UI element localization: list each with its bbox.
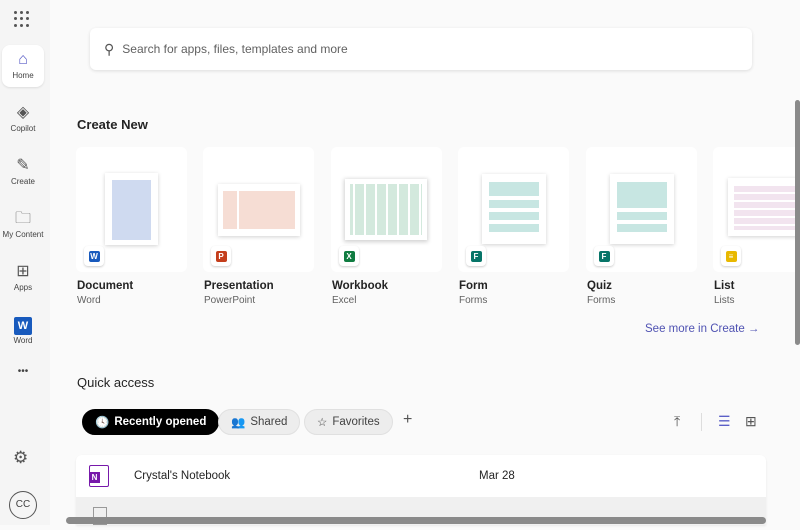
more-button[interactable]: ••• (2, 366, 44, 386)
upload-icon[interactable]: ⤒ (674, 413, 680, 430)
card-app: Forms (459, 295, 488, 306)
sidebar-item-copilot[interactable]: ◈ Copilot (2, 98, 44, 140)
file-list: N Crystal's Notebook Mar 28 (76, 455, 766, 525)
sidebar-item-apps[interactable]: ⊞ Apps (2, 257, 44, 299)
create-card-presentation[interactable]: P (203, 147, 314, 272)
filter-shared[interactable]: 👥 Shared (218, 409, 301, 435)
star-icon: ☆ (317, 417, 328, 429)
forms-icon: F (466, 246, 486, 266)
sidebar-item-word[interactable]: W Word (2, 310, 44, 352)
avatar[interactable]: CC (9, 491, 37, 519)
search-icon: ⚲ (104, 40, 115, 57)
horizontal-scrollbar[interactable] (66, 517, 766, 524)
add-filter-button[interactable]: + (403, 411, 412, 429)
card-app: Lists (714, 295, 735, 306)
card-app: PowerPoint (204, 295, 256, 306)
create-card-list[interactable]: ≡ (713, 147, 800, 272)
table-row[interactable]: N Crystal's Notebook Mar 28 (76, 455, 766, 497)
sidebar-item-create[interactable]: ✎ Create (2, 151, 44, 193)
card-title: Quiz (587, 280, 612, 292)
list-view-icon[interactable]: ☰ (718, 413, 731, 430)
card-title: Presentation (204, 280, 274, 292)
quick-access-heading: Quick access (77, 375, 155, 390)
filter-recently-opened[interactable]: 🕓 Recently opened (82, 409, 220, 435)
home-icon: ⌂ (18, 51, 28, 68)
settings-icon[interactable]: ⚙ (13, 448, 28, 468)
excel-icon: X (339, 246, 359, 266)
sidebar: ⌂ Home ◈ Copilot ✎ Create 🗀 My Content ⊞ Apps… (0, 0, 50, 525)
card-title: Workbook (332, 280, 389, 292)
onenote-icon: N (89, 465, 109, 487)
card-title: List (714, 280, 735, 292)
card-app: Forms (587, 295, 616, 306)
copilot-icon: ◈ (16, 104, 30, 121)
card-title: Form (459, 280, 488, 292)
filter-favorites[interactable]: ☆ Favorites (304, 409, 393, 435)
apps-icon: ⊞ (16, 263, 30, 280)
sidebar-item-my-content[interactable]: 🗀 My Content (2, 204, 44, 246)
search-input[interactable]: ⚲ Search for apps, files, templates and m… (90, 28, 752, 70)
create-card-quiz[interactable]: F (586, 147, 697, 272)
vertical-scrollbar[interactable] (795, 100, 800, 345)
create-card-document[interactable]: W (76, 147, 187, 272)
create-card-workbook[interactable]: X (331, 147, 442, 272)
word-icon: W (84, 246, 104, 266)
powerpoint-icon: P (211, 246, 231, 266)
lists-icon: ≡ (721, 246, 741, 266)
see-more-link[interactable]: See more in Create → (645, 323, 759, 335)
clock-icon: 🕓 (95, 417, 110, 429)
word-icon: W (2, 314, 44, 336)
card-app: Word (77, 295, 101, 306)
app-launcher-icon[interactable] (14, 11, 30, 27)
card-title: Document (77, 280, 134, 292)
file-name: Crystal's Notebook (134, 470, 231, 482)
divider (701, 413, 702, 431)
create-new-heading: Create New (77, 117, 148, 132)
forms-icon: F (594, 246, 614, 266)
create-card-form[interactable]: F (458, 147, 569, 272)
folder-icon: 🗀 (14, 210, 31, 227)
card-app: Excel (332, 295, 357, 306)
pen-icon: ✎ (16, 157, 30, 174)
people-icon: 👥 (231, 417, 246, 429)
sidebar-item-home[interactable]: ⌂ Home (2, 45, 44, 87)
file-date: Mar 28 (479, 470, 515, 482)
grid-view-icon[interactable]: ⊞ (745, 413, 757, 430)
